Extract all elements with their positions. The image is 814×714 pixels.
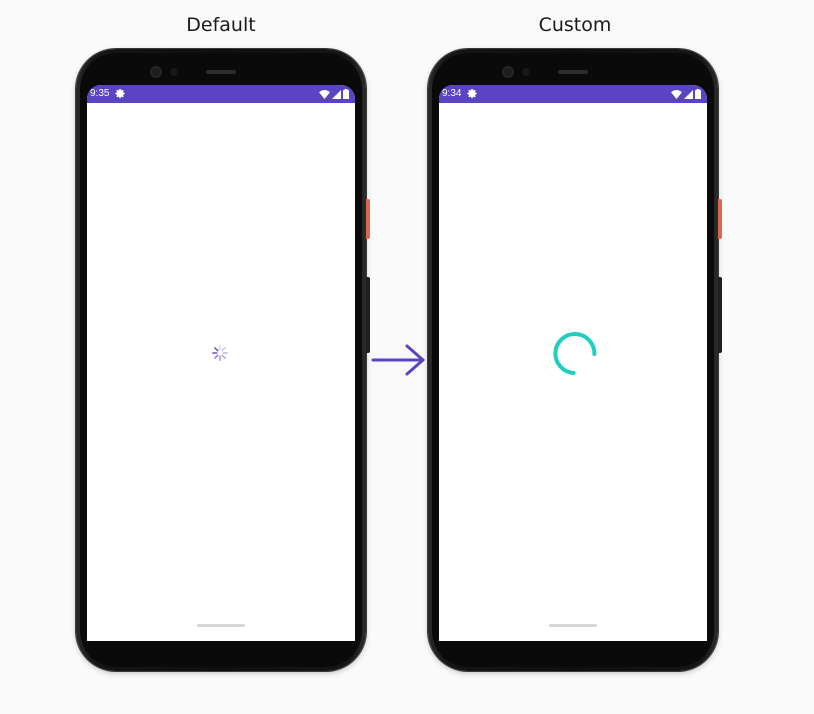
ios-activity-indicator-icon [212,345,228,361]
battery-icon [695,89,701,99]
status-bar: 9:35 [87,85,355,103]
default-caption: Default [186,14,256,36]
status-icons [671,88,701,100]
cell-signal-icon [684,89,693,99]
status-time: 9:35 [90,88,110,99]
cell-signal-icon [332,89,341,99]
power-button [718,199,722,239]
circular-progress-ring-icon [553,332,597,375]
gear-icon [467,88,477,99]
status-icons [319,88,349,100]
status-bar: 9:34 [439,85,707,103]
gesture-nav-handle[interactable] [549,624,597,627]
custom-phone: 9:34 [428,49,722,671]
default-phone: 9:35 [76,49,370,671]
gear-icon [115,88,125,99]
wifi-icon [671,89,682,99]
gesture-nav-handle[interactable] [197,624,245,627]
phone-screen: 9:35 [87,85,355,641]
arrow-right-icon [371,344,425,376]
wifi-icon [319,89,330,99]
camera-icon [502,66,514,78]
power-button [366,199,370,239]
sensor-icon [523,68,529,76]
volume-button [718,277,722,353]
custom-caption: Custom [538,14,612,36]
volume-button [366,277,370,353]
battery-icon [343,89,349,99]
camera-icon [150,66,162,78]
earpiece-speaker [206,70,236,74]
sensor-icon [171,68,177,76]
earpiece-speaker [558,70,588,74]
status-time: 9:34 [442,88,462,99]
phone-screen: 9:34 [439,85,707,641]
